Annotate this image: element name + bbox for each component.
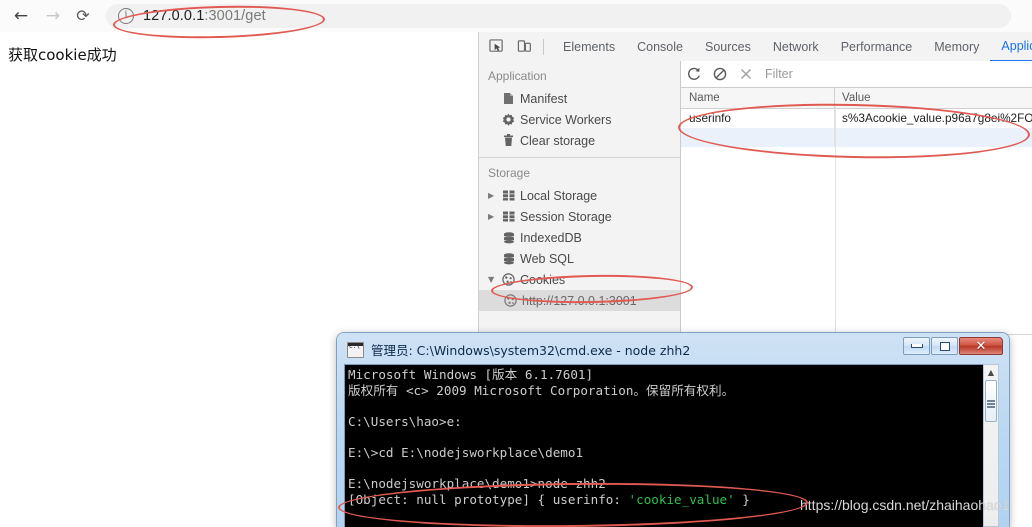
devtools-tabbar: Elements Console Sources Network Perform… <box>479 32 1032 62</box>
document-icon <box>499 92 518 105</box>
maximize-button[interactable] <box>931 337 958 355</box>
filter-input[interactable]: Filter <box>765 67 793 81</box>
cmd-console-text: Microsoft Windows [版本 6.1.7601] 版权所有 <c>… <box>344 364 984 507</box>
sidebar-item-label: Web SQL <box>520 251 574 266</box>
cmd-titlebar[interactable]: 管理员: C:\Windows\system32\cmd.exe - node … <box>342 337 1004 362</box>
sidebar-item-cookie-origin[interactable]: http://127.0.0.1:3001 <box>479 290 680 311</box>
sidebar-item-label: Service Workers <box>520 112 612 127</box>
cmd-output-prefix: [Object: null prototype] { userinfo: <box>348 491 629 507</box>
scroll-up-icon[interactable]: ▲ <box>984 365 998 379</box>
tab-performance[interactable]: Performance <box>830 33 924 61</box>
cmd-line-5: E:\>cd E:\nodejsworkplace\demo1 <box>348 444 584 460</box>
sidebar-item-label: Session Storage <box>520 209 612 224</box>
chevron-right-icon[interactable]: ▶ <box>488 212 499 221</box>
refresh-icon[interactable] <box>681 61 707 87</box>
cell-cookie-name: userinfo <box>681 109 835 128</box>
close-icon[interactable] <box>733 61 759 87</box>
cell-cookie-value: s%3Acookie_value.p96a7g8ei%2FO... <box>842 111 1032 125</box>
cookie-filter-toolbar: Filter <box>681 61 1032 88</box>
sidebar-item-label: Local Storage <box>520 188 598 203</box>
scrollbar-thumb[interactable] <box>985 380 997 422</box>
tab-application[interactable]: Application <box>990 32 1032 62</box>
database-icon <box>499 231 518 244</box>
close-icon: ✕ <box>975 338 987 354</box>
cookie-icon <box>501 294 520 307</box>
url-host: 127.0.0.1 <box>143 8 205 24</box>
cookie-icon <box>499 273 518 286</box>
column-header-value[interactable]: Value <box>835 88 1032 108</box>
tab-memory[interactable]: Memory <box>923 33 990 61</box>
minimize-button[interactable] <box>903 337 930 355</box>
database-icon <box>499 252 518 265</box>
site-info-icon[interactable]: i <box>118 8 134 24</box>
cookie-table-header: Name Value <box>681 88 1032 109</box>
page-body-text: 获取cookie成功 <box>8 46 117 64</box>
table-row-empty[interactable] <box>681 128 1032 147</box>
chevron-down-icon[interactable]: ▼ <box>488 275 499 284</box>
chevron-right-icon[interactable]: ▶ <box>488 191 499 200</box>
cmd-line-7: E:\nodejsworkplace\demo1>node zhh2 <box>348 476 606 492</box>
cmd-line-0: Microsoft Windows [版本 6.1.7601] <box>348 367 594 382</box>
tab-sources[interactable]: Sources <box>694 33 762 61</box>
sidebar-item-local-storage[interactable]: ▶ Local Storage <box>479 185 680 206</box>
scrollbar-grip-icon <box>987 400 995 402</box>
minimize-icon <box>910 344 923 348</box>
devtools-main-panel: Filter Name Value userinfo s%3Acookie_va… <box>681 61 1032 349</box>
sidebar-item-web-sql[interactable]: Web SQL <box>479 248 680 269</box>
cmd-window-title: 管理员: C:\Windows\system32\cmd.exe - node … <box>371 343 691 358</box>
sidebar-item-label: IndexedDB <box>520 230 582 245</box>
cmd-output-value: 'cookie_value' <box>628 491 735 507</box>
maximize-icon <box>939 341 950 351</box>
gear-icon <box>499 113 518 126</box>
sidebar-item-label: http://127.0.0.1:3001 <box>522 293 637 308</box>
address-bar-url: 127.0.0.1:3001/get <box>143 8 266 24</box>
url-path: :3001/get <box>204 8 266 24</box>
cookie-table: Name Value userinfo s%3Acookie_value.p96… <box>681 88 1032 147</box>
clear-icon[interactable] <box>707 61 733 87</box>
watermark-text: https://blog.csdn.net/zhaihaohao1 <box>800 497 1010 513</box>
reload-icon[interactable]: ⟳ <box>72 5 94 27</box>
inspect-element-icon[interactable] <box>485 36 507 58</box>
tab-elements[interactable]: Elements <box>552 33 626 61</box>
toolbar-divider <box>543 38 544 55</box>
forward-arrow-icon[interactable]: → <box>42 5 64 27</box>
screenshot-root: ← → ⟳ i 127.0.0.1:3001/get 获取cookie成功 El… <box>0 0 1032 527</box>
sidebar-item-clear-storage[interactable]: Clear storage <box>479 130 680 151</box>
close-button[interactable]: ✕ <box>959 337 1003 355</box>
sidebar-item-label: Manifest <box>520 91 568 106</box>
tab-console[interactable]: Console <box>626 33 694 61</box>
tab-network[interactable]: Network <box>762 33 830 61</box>
sidebar-item-cookies[interactable]: ▼ Cookies <box>479 269 680 290</box>
sidebar-item-label: Cookies <box>520 272 566 287</box>
cmd-output-suffix: } <box>734 491 750 507</box>
cmd-line-3: C:\Users\hao>e: <box>348 413 462 429</box>
address-bar[interactable]: i 127.0.0.1:3001/get <box>106 4 1011 28</box>
browser-toolbar: ← → ⟳ i 127.0.0.1:3001/get <box>0 0 1032 33</box>
devtools-sidebar: Application Manifest Service Workers Cle… <box>479 61 681 349</box>
sidebar-item-manifest[interactable]: Manifest <box>479 88 680 109</box>
table-column-divider <box>835 107 836 349</box>
table-row[interactable]: userinfo s%3Acookie_value.p96a7g8ei%2FO.… <box>681 109 1032 128</box>
cell-empty-name <box>681 128 835 147</box>
sidebar-item-service-workers[interactable]: Service Workers <box>479 109 680 130</box>
sidebar-item-indexeddb[interactable]: IndexedDB <box>479 227 680 248</box>
trash-icon <box>499 134 518 147</box>
table-icon <box>499 190 518 201</box>
cmd-line-1: 版权所有 <c> 2009 Microsoft Corporation。保留所有… <box>348 382 735 398</box>
window-controls: ✕ <box>902 337 1003 355</box>
cmd-icon <box>347 341 364 358</box>
column-header-name[interactable]: Name <box>681 88 835 108</box>
back-arrow-icon[interactable]: ← <box>10 5 32 27</box>
sidebar-section-application-title: Application <box>488 69 547 83</box>
table-icon <box>499 211 518 222</box>
device-toolbar-icon[interactable] <box>513 36 535 58</box>
sidebar-section-storage-title: Storage <box>488 166 531 180</box>
sidebar-item-label: Clear storage <box>520 133 596 148</box>
cell-empty-value <box>835 128 1032 147</box>
sidebar-item-session-storage[interactable]: ▶ Session Storage <box>479 206 680 227</box>
